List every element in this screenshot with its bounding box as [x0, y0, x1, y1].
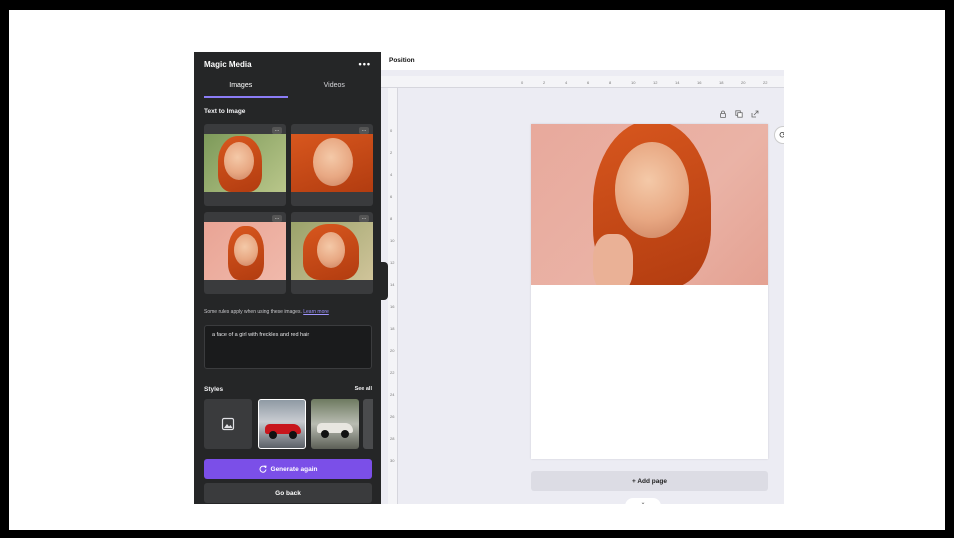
tab-images[interactable]: Images — [194, 76, 288, 98]
collapse-panel-handle[interactable] — [381, 262, 388, 300]
ruler-tick: 2 — [390, 150, 393, 155]
ruler-tick: 18 — [719, 80, 724, 85]
tab-videos[interactable]: Videos — [288, 76, 382, 98]
go-back-button[interactable]: Go back — [204, 483, 372, 503]
image-icon — [221, 417, 235, 431]
add-page-button[interactable]: + Add page — [531, 471, 768, 491]
ruler-tick: 8 — [609, 80, 612, 85]
generate-again-label: Generate again — [270, 465, 318, 473]
result-thumbnail-2[interactable]: … — [291, 124, 373, 206]
ruler-tick: 8 — [390, 216, 393, 221]
refresh-icon[interactable]: ⟳ — [774, 126, 784, 144]
thumbnail-image — [291, 222, 373, 280]
wheel-shape — [341, 430, 349, 438]
panel-title: Magic Media — [204, 59, 252, 69]
generated-image[interactable] — [531, 124, 768, 285]
styles-header: Styles See all — [204, 386, 372, 393]
wheel-shape — [321, 430, 329, 438]
screenshot-frame: Magic Media ••• Images Videos Text to Im… — [9, 10, 945, 530]
usage-rules-note: Some rules apply when using these images… — [204, 309, 329, 315]
rules-text: Some rules apply when using these images… — [204, 309, 302, 315]
ruler-tick: 12 — [653, 80, 658, 85]
wheel-shape — [289, 431, 297, 439]
thumbnail-more-icon[interactable]: … — [272, 127, 282, 134]
ruler-tick: 10 — [631, 80, 636, 85]
ruler-tick: 16 — [697, 80, 702, 85]
ruler-tick: 22 — [763, 80, 768, 85]
ruler-tick: 14 — [390, 282, 395, 287]
ruler-tick: 22 — [390, 370, 395, 375]
thumbnail-image — [204, 134, 286, 192]
style-none[interactable] — [204, 399, 252, 449]
thumbnail-image — [291, 134, 373, 192]
ruler-tick: 20 — [741, 80, 746, 85]
generate-again-button[interactable]: Generate again — [204, 459, 372, 479]
editor-app: Magic Media ••• Images Videos Text to Im… — [194, 52, 784, 504]
style-option-2[interactable] — [311, 399, 359, 449]
add-page-icon[interactable] — [751, 110, 759, 118]
see-all-link[interactable]: See all — [355, 386, 372, 393]
regenerate-icon — [259, 465, 267, 473]
duplicate-icon[interactable] — [735, 110, 743, 118]
design-page[interactable] — [531, 124, 768, 459]
ruler-tick: 0 — [390, 128, 393, 133]
magic-media-panel: Magic Media ••• Images Videos Text to Im… — [194, 52, 381, 504]
ruler-tick: 10 — [390, 238, 395, 243]
style-option-1[interactable] — [258, 399, 306, 449]
thumbnail-more-icon[interactable]: … — [272, 215, 282, 222]
ruler-tick: 26 — [390, 414, 395, 419]
face-shape — [224, 142, 254, 180]
ruler-tick: 6 — [390, 194, 393, 199]
wheel-shape — [269, 431, 277, 439]
ruler-tick: 18 — [390, 326, 395, 331]
thumbnail-more-icon[interactable]: … — [359, 127, 369, 134]
context-toolbar: Position — [381, 52, 784, 70]
face-shape — [615, 142, 689, 238]
face-shape — [317, 232, 345, 268]
horizontal-ruler: 0 2 4 6 8 10 12 14 16 18 20 22 — [381, 76, 784, 88]
more-options-icon[interactable]: ••• — [359, 59, 371, 69]
learn-more-link[interactable]: Learn more — [303, 309, 329, 315]
media-tabs: Images Videos — [194, 76, 381, 98]
face-shape — [313, 138, 353, 186]
ruler-tick: 28 — [390, 436, 395, 441]
ruler-tick: 14 — [675, 80, 680, 85]
chevron-down-icon[interactable]: ⌄ — [625, 498, 661, 504]
result-thumbnail-3[interactable]: … — [204, 212, 286, 294]
ruler-tick: 4 — [390, 172, 393, 177]
panel-header: Magic Media ••• — [204, 57, 371, 71]
result-thumbnail-4[interactable]: … — [291, 212, 373, 294]
ruler-tick: 16 — [390, 304, 395, 309]
position-button[interactable]: Position — [389, 57, 415, 64]
ruler-tick: 0 — [521, 80, 524, 85]
thumbnail-image — [204, 222, 286, 280]
ruler-tick: 2 — [543, 80, 546, 85]
thumbnail-more-icon[interactable]: … — [359, 215, 369, 222]
page-tools — [719, 110, 759, 118]
prompt-input[interactable]: a face of a girl with freckles and red h… — [204, 325, 372, 369]
active-tab-indicator — [204, 96, 288, 98]
hand-shape — [593, 234, 633, 285]
ruler-tick: 12 — [390, 260, 395, 265]
face-shape — [234, 234, 258, 266]
ruler-tick: 24 — [390, 392, 395, 397]
ruler-tick: 6 — [587, 80, 590, 85]
ruler-tick: 20 — [390, 348, 395, 353]
vertical-ruler: 0 2 4 6 8 10 12 14 16 18 20 22 24 26 28 30 — [388, 88, 398, 504]
ruler-tick: 30 — [390, 458, 395, 463]
styles-label: Styles — [204, 386, 224, 393]
ruler-tick: 4 — [565, 80, 568, 85]
style-option-3-partial[interactable] — [363, 399, 373, 449]
section-label: Text to Image — [204, 108, 246, 115]
lock-icon[interactable] — [719, 110, 727, 118]
result-thumbnail-1[interactable]: … — [204, 124, 286, 206]
